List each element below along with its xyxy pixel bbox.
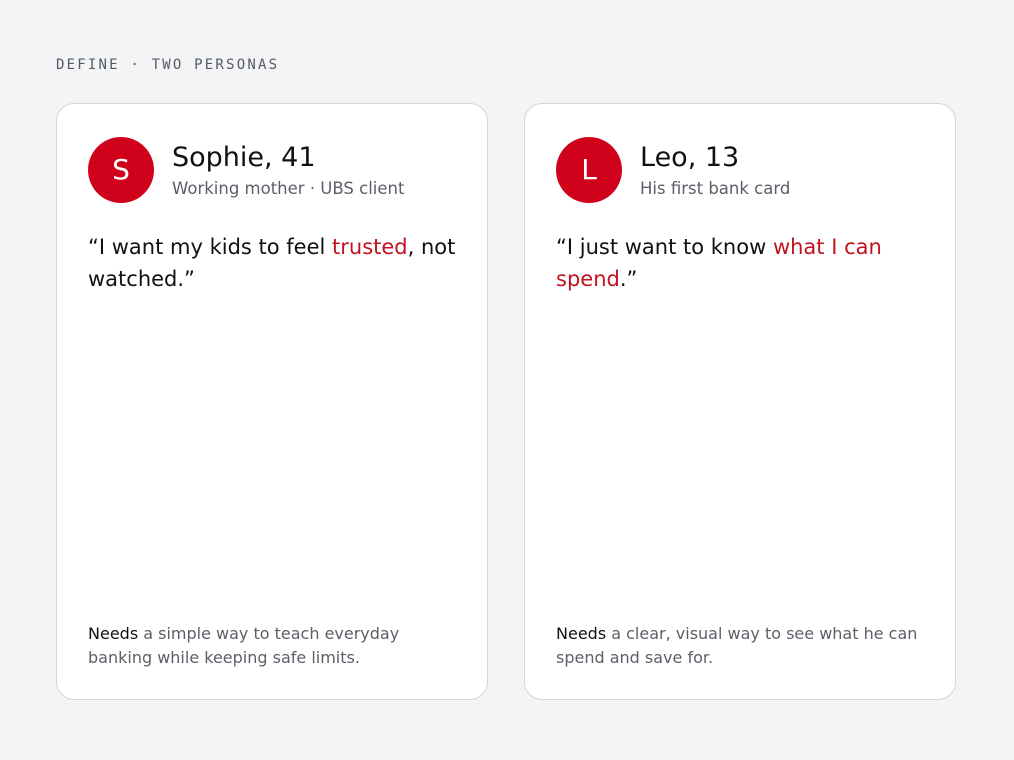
- persona-name: Sophie, 41: [172, 142, 316, 173]
- persona-quote: “I want my kids to feel trusted, not wat…: [88, 231, 460, 295]
- persona-role: Working mother · UBS client: [172, 179, 405, 198]
- quote-text: “I want my kids to feel: [88, 235, 333, 259]
- avatar: S: [88, 137, 154, 203]
- avatar: L: [556, 137, 622, 203]
- persona-name: Leo, 13: [640, 142, 740, 173]
- needs-label: Needs: [556, 624, 607, 643]
- persona-quote: “I just want to know what I can spend.”: [556, 231, 928, 295]
- persona-card-leo: L Leo, 13 His first bank card “I just wa…: [524, 103, 956, 700]
- persona-needs: Needs a simple way to teach everyday ban…: [88, 622, 460, 670]
- needs-text: a clear, visual way to see what he can s…: [556, 624, 918, 667]
- persona-role: His first bank card: [640, 179, 791, 198]
- quote-highlight: trusted: [332, 235, 408, 259]
- persona-needs: Needs a clear, visual way to see what he…: [556, 622, 928, 670]
- persona-card-sophie: S Sophie, 41 Working mother · UBS client…: [56, 103, 488, 700]
- quote-text: “I just want to know: [556, 235, 773, 259]
- needs-label: Needs: [88, 624, 139, 643]
- quote-text: .”: [619, 267, 638, 291]
- section-eyebrow: DEFINE · TWO PERSONAS: [56, 57, 280, 73]
